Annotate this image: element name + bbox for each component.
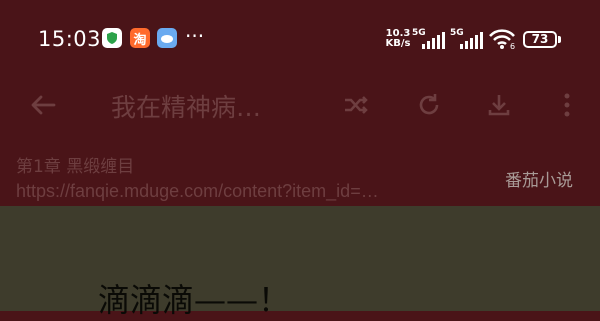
sim1-network-label: 5G [412,28,426,38]
reader-toolbar [0,76,600,134]
battery-tip [558,36,561,43]
shuffle-icon[interactable] [341,90,371,120]
chapter-title[interactable]: 第1章 黑缎缠目 [16,152,134,177]
more-notifications-icon: ··· [185,24,205,48]
reading-area[interactable] [0,206,600,311]
content-text: 滴滴滴——！ [98,281,291,319]
sim2-network-label: 5G [450,28,464,38]
network-speed: 10.3 KB/s [384,29,412,49]
weather-app-icon [157,28,177,48]
battery-indicator: 73 [523,31,557,48]
shield-app-icon [102,28,122,48]
svg-text:6: 6 [510,42,515,50]
more-vert-icon[interactable] [552,90,582,120]
sim1-signal-icon: 5G [412,28,446,49]
back-arrow-icon[interactable] [28,90,58,120]
status-bar: 15:03 淘 ··· 10.3 KB/s 5G 5G 6 73 [0,0,600,76]
chapter-url[interactable]: https://fanqie.mduge.com/content?item_id… [16,181,379,202]
sim2-signal-icon: 5G [450,28,484,49]
wifi-icon: 6 [488,28,518,54]
taobao-app-icon: 淘 [130,28,150,48]
book-title: 我在精神病… [111,93,262,122]
source-name[interactable]: 番茄小说 [505,166,573,191]
download-icon[interactable] [484,90,514,120]
network-speed-unit: KB/s [385,38,411,49]
clock: 15:03 [38,27,102,51]
refresh-icon[interactable] [414,90,444,120]
